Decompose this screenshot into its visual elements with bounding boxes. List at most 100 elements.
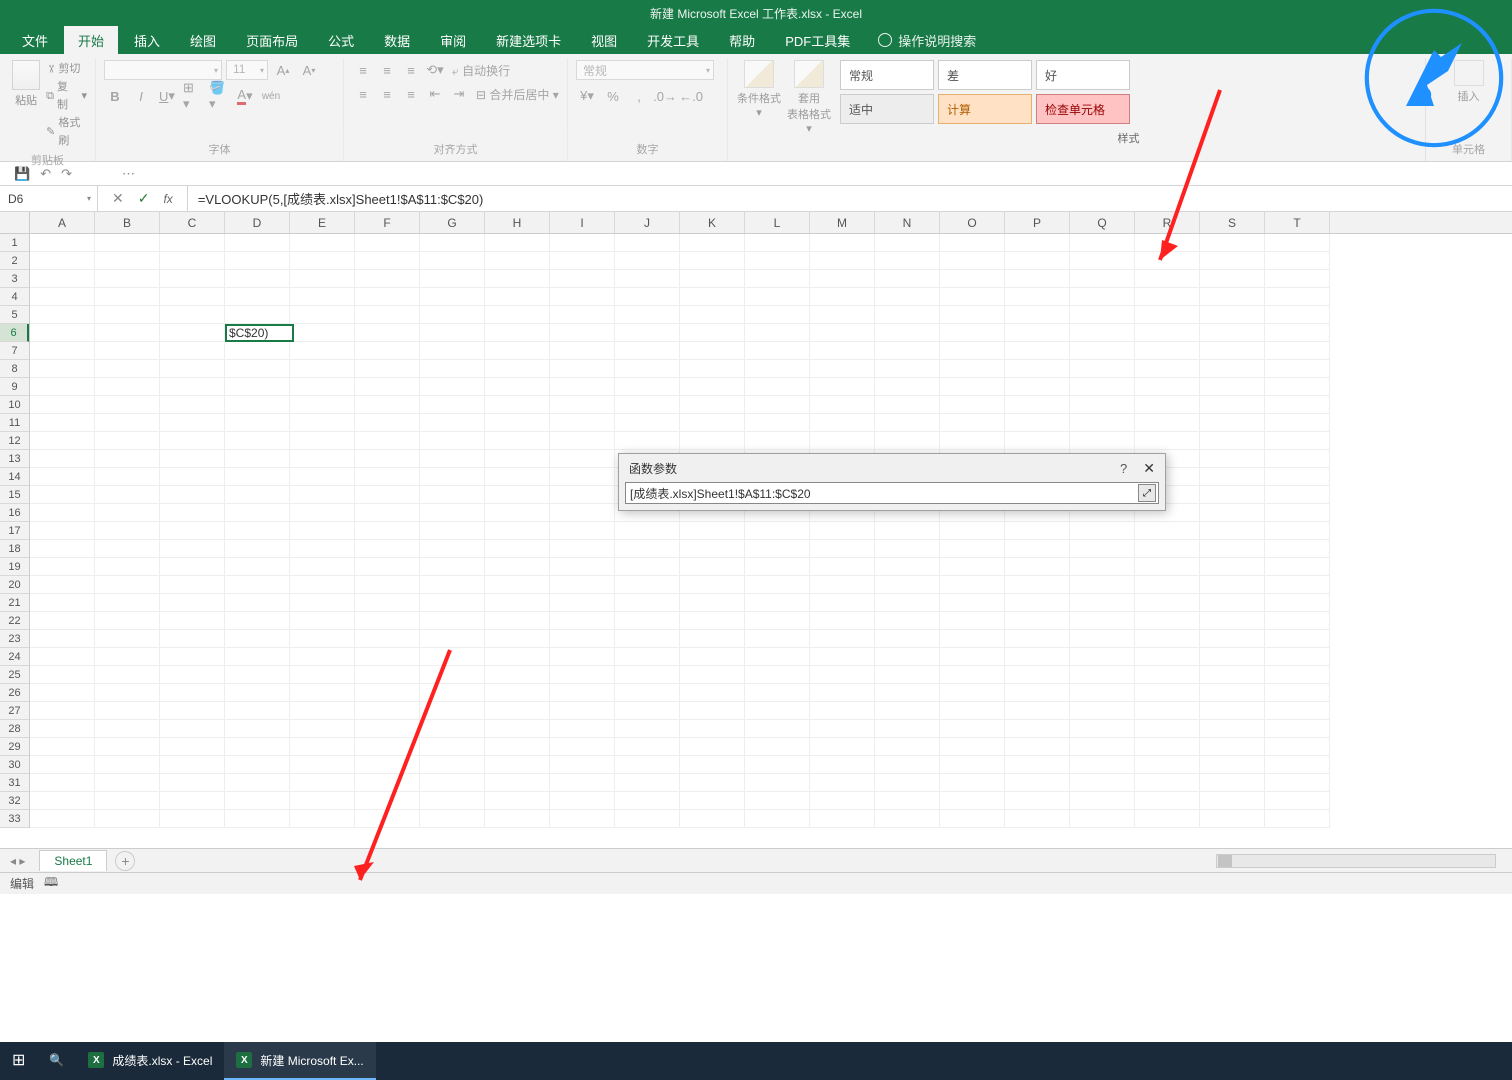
cell-H29[interactable]	[485, 738, 550, 756]
row-header-29[interactable]: 29	[0, 738, 29, 756]
cell-L4[interactable]	[745, 288, 810, 306]
cell-R17[interactable]	[1135, 522, 1200, 540]
cell-C20[interactable]	[160, 576, 225, 594]
cell-L2[interactable]	[745, 252, 810, 270]
cell-D28[interactable]	[225, 720, 290, 738]
cell-D5[interactable]	[225, 306, 290, 324]
cell-H21[interactable]	[485, 594, 550, 612]
cell-G20[interactable]	[420, 576, 485, 594]
cell-Q12[interactable]	[1070, 432, 1135, 450]
dialog-help-button[interactable]: ?	[1120, 461, 1127, 476]
cell-F24[interactable]	[355, 648, 420, 666]
cell-E33[interactable]	[290, 810, 355, 828]
cell-M31[interactable]	[810, 774, 875, 792]
cell-P25[interactable]	[1005, 666, 1070, 684]
cell-H14[interactable]	[485, 468, 550, 486]
cell-H15[interactable]	[485, 486, 550, 504]
cell-Q29[interactable]	[1070, 738, 1135, 756]
cell-C29[interactable]	[160, 738, 225, 756]
cell-A7[interactable]	[30, 342, 95, 360]
cell-S25[interactable]	[1200, 666, 1265, 684]
cell-S22[interactable]	[1200, 612, 1265, 630]
cell-G21[interactable]	[420, 594, 485, 612]
cell-K20[interactable]	[680, 576, 745, 594]
cell-I18[interactable]	[550, 540, 615, 558]
cell-B20[interactable]	[95, 576, 160, 594]
cell-E11[interactable]	[290, 414, 355, 432]
cell-S18[interactable]	[1200, 540, 1265, 558]
cell-C4[interactable]	[160, 288, 225, 306]
shrink-font-button[interactable]: A▾	[298, 60, 320, 80]
col-header-R[interactable]: R	[1135, 212, 1200, 233]
cell-F29[interactable]	[355, 738, 420, 756]
cell-E20[interactable]	[290, 576, 355, 594]
cell-E18[interactable]	[290, 540, 355, 558]
cell-E13[interactable]	[290, 450, 355, 468]
cell-C18[interactable]	[160, 540, 225, 558]
tab-file[interactable]: 文件	[8, 26, 62, 55]
cell-A12[interactable]	[30, 432, 95, 450]
cell-K19[interactable]	[680, 558, 745, 576]
cell-B1[interactable]	[95, 234, 160, 252]
row-header-16[interactable]: 16	[0, 504, 29, 522]
cell-M17[interactable]	[810, 522, 875, 540]
orientation-button[interactable]: ⟲▾	[424, 60, 446, 80]
row-header-10[interactable]: 10	[0, 396, 29, 414]
cell-H25[interactable]	[485, 666, 550, 684]
cell-S1[interactable]	[1200, 234, 1265, 252]
tell-me-search[interactable]: 操作说明搜索	[878, 31, 976, 50]
cell-T5[interactable]	[1265, 306, 1330, 324]
cell-E28[interactable]	[290, 720, 355, 738]
tab-layout[interactable]: 页面布局	[232, 26, 312, 55]
cell-B22[interactable]	[95, 612, 160, 630]
cell-N22[interactable]	[875, 612, 940, 630]
cell-N27[interactable]	[875, 702, 940, 720]
cell-T15[interactable]	[1265, 486, 1330, 504]
cell-C10[interactable]	[160, 396, 225, 414]
cell-C30[interactable]	[160, 756, 225, 774]
cell-A4[interactable]	[30, 288, 95, 306]
cell-B17[interactable]	[95, 522, 160, 540]
cell-S2[interactable]	[1200, 252, 1265, 270]
cell-I4[interactable]	[550, 288, 615, 306]
cell-G16[interactable]	[420, 504, 485, 522]
cell-D6[interactable]	[225, 324, 290, 342]
cell-H3[interactable]	[485, 270, 550, 288]
cell-F10[interactable]	[355, 396, 420, 414]
cell-C11[interactable]	[160, 414, 225, 432]
cell-B27[interactable]	[95, 702, 160, 720]
col-header-N[interactable]: N	[875, 212, 940, 233]
cell-O7[interactable]	[940, 342, 1005, 360]
cell-R12[interactable]	[1135, 432, 1200, 450]
cell-F21[interactable]	[355, 594, 420, 612]
cell-L8[interactable]	[745, 360, 810, 378]
cell-K30[interactable]	[680, 756, 745, 774]
insert-function-button[interactable]: fx	[163, 192, 172, 206]
cell-L1[interactable]	[745, 234, 810, 252]
cell-D8[interactable]	[225, 360, 290, 378]
cell-N19[interactable]	[875, 558, 940, 576]
cell-K7[interactable]	[680, 342, 745, 360]
taskbar-app-2[interactable]: X新建 Microsoft Ex...	[224, 1042, 375, 1080]
paste-button[interactable]: 粘贴	[8, 60, 44, 150]
cell-J29[interactable]	[615, 738, 680, 756]
col-header-H[interactable]: H	[485, 212, 550, 233]
cell-L7[interactable]	[745, 342, 810, 360]
cell-C9[interactable]	[160, 378, 225, 396]
cell-N5[interactable]	[875, 306, 940, 324]
row-header-26[interactable]: 26	[0, 684, 29, 702]
cell-J27[interactable]	[615, 702, 680, 720]
cell-P2[interactable]	[1005, 252, 1070, 270]
cell-B24[interactable]	[95, 648, 160, 666]
cell-E25[interactable]	[290, 666, 355, 684]
cell-Q5[interactable]	[1070, 306, 1135, 324]
font-color-button[interactable]: A▾	[234, 86, 256, 106]
cell-M18[interactable]	[810, 540, 875, 558]
cell-T3[interactable]	[1265, 270, 1330, 288]
cell-J22[interactable]	[615, 612, 680, 630]
row-header-18[interactable]: 18	[0, 540, 29, 558]
cell-O11[interactable]	[940, 414, 1005, 432]
cell-Q11[interactable]	[1070, 414, 1135, 432]
cell-G22[interactable]	[420, 612, 485, 630]
cell-A13[interactable]	[30, 450, 95, 468]
